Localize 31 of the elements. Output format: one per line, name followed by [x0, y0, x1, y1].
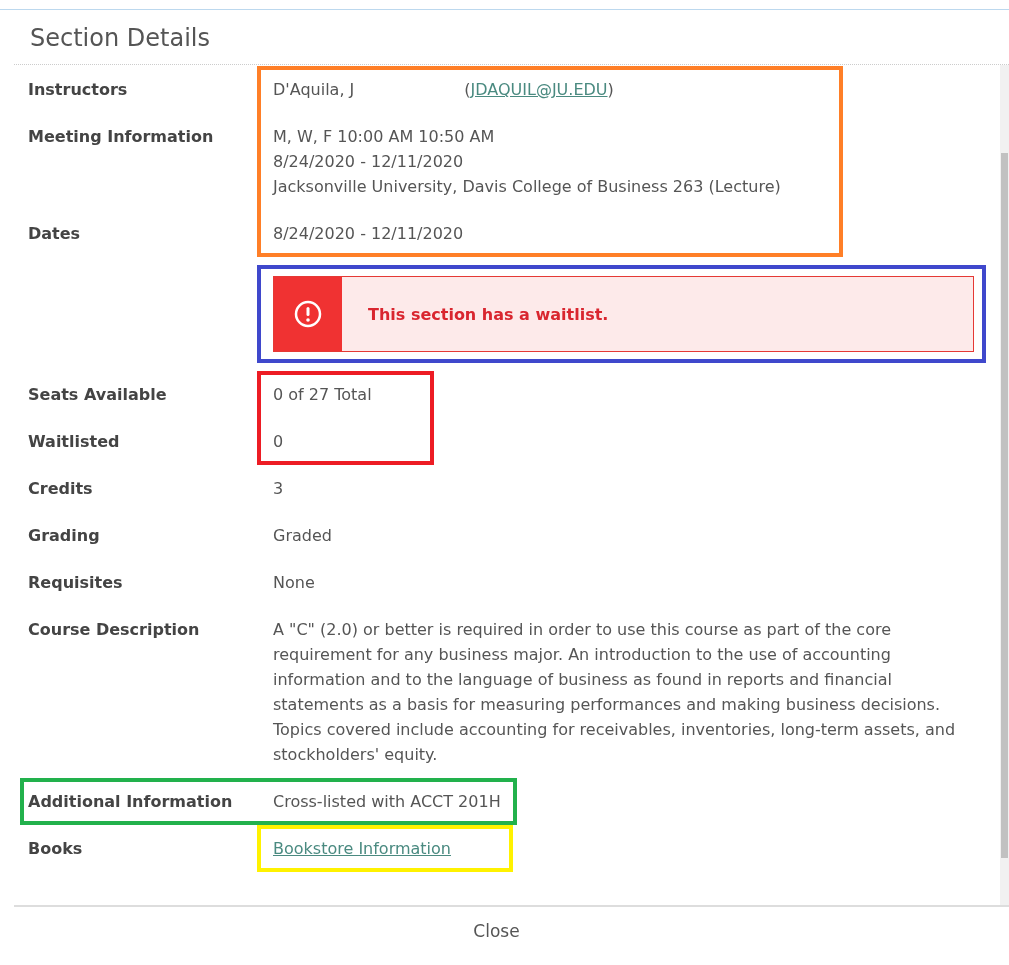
bookstore-link[interactable]: Bookstore Information	[273, 839, 451, 858]
field-value: 3	[273, 478, 285, 500]
field-label: Course Description	[28, 619, 201, 641]
field-label: Grading	[28, 525, 101, 547]
alert-message: This section has a waitlist.	[368, 303, 609, 326]
field-label: Requisites	[28, 572, 124, 594]
field-label: Books	[28, 838, 84, 860]
field-value: None	[273, 572, 316, 594]
close-button[interactable]: Close	[469, 921, 524, 941]
exclamation-icon	[294, 300, 322, 328]
field-label: Credits	[28, 478, 94, 500]
field-label: Instructors	[28, 79, 129, 101]
field-value: 0 of 27 Total	[273, 384, 372, 406]
field-value: 8/24/2020 - 12/11/2020	[273, 151, 465, 173]
field-label: Seats Available	[28, 384, 168, 406]
field-label: Additional Information	[28, 791, 234, 813]
course-description: A "C" (2.0) or better is required in order to use this course as part of the core requirement for any business major. An introduction to the use of accounting information and to the language of business as found in reports and financial statements as a basis for measuring performances and making business decisions. Topics covered include accounting for receivables, inventories, long-term assets, and stockholders' equity.	[273, 619, 957, 766]
field-label: Dates	[28, 223, 82, 245]
email-link[interactable]: JDAQUIL@JU.EDU	[470, 80, 608, 99]
field-value: 0	[273, 431, 285, 453]
field-label: Meeting Information	[28, 126, 215, 148]
field-value: Graded	[273, 525, 332, 547]
field-value: Cross-listed with ACCT 201H	[273, 791, 501, 813]
dialog-title: Section Details	[30, 24, 211, 52]
field-value: Jacksonville University, Davis College of Business 263 (Lecture)	[273, 176, 781, 198]
field-label: Waitlisted	[28, 431, 121, 453]
scrollbar[interactable]	[1000, 65, 1009, 905]
email-parenthesis: )	[607, 80, 614, 99]
instructor-name: D'Aquila, J	[273, 80, 355, 99]
field-value: 8/24/2020 - 12/11/2020	[273, 223, 465, 245]
field-value: M, W, F 10:00 AM 10:50 AM	[273, 126, 496, 148]
